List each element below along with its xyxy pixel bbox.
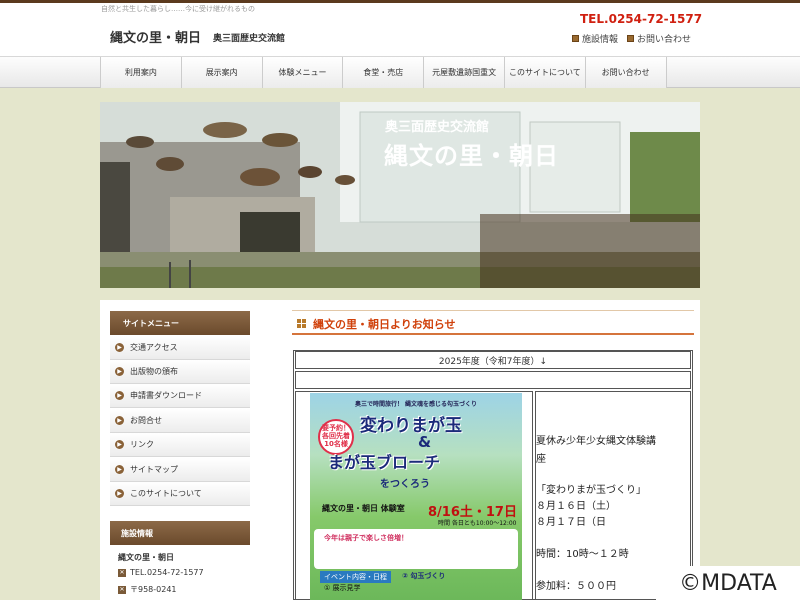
sidebar-item-label: このサイトについて: [130, 489, 202, 498]
copyright-watermark: ©MDATA: [656, 566, 800, 600]
sidebar-item-inquiry[interactable]: ▶ お問合せ: [110, 409, 250, 433]
empty-row: [295, 371, 691, 389]
square-bullet-icon: [627, 35, 634, 42]
contact-link[interactable]: お問い合わせ: [627, 32, 691, 45]
header-top-bar: [0, 0, 800, 3]
global-nav: 利用案内 展示案内 体験メニュー 食堂・売店 元屋敷遺跡国重文 このサイトについ…: [0, 56, 800, 88]
sidebar-item-label: 申請書ダウンロード: [130, 391, 202, 400]
year-row: 2025年度（令和7年度）↓: [295, 351, 691, 369]
event-info-line: 時間：10時～１２時: [536, 549, 629, 560]
flyer-headline-1: 変わりまが玉: [360, 416, 462, 436]
flyer-note-title: 今年は親子で楽しさ倍増！: [324, 534, 408, 542]
nav-item-exhibits[interactable]: 展示案内: [181, 57, 263, 88]
hero-subtitle: 奥三面歴史交流館: [385, 120, 490, 135]
header-phone: TEL.0254-72-1577: [580, 12, 703, 26]
flyer-time: 時間 各日とも10:00〜12:00: [438, 520, 517, 527]
flyer-top-text: 奥三で時間旅行！ 縄文魂を感じる勾玉づくり: [354, 401, 478, 408]
site-subtitle: 奥三面歴史交流館: [213, 34, 286, 44]
nav-item-motoyashiki-site[interactable]: 元屋敷遺跡国重文: [424, 57, 505, 88]
site-title[interactable]: 縄文の里・朝日: [110, 27, 201, 46]
arrow-right-icon: ▶: [115, 465, 124, 474]
facility-phone-text: TEL.0254-72-1577: [130, 568, 204, 577]
sidebar-item-label: 交通アクセス: [130, 343, 178, 352]
arrow-right-icon: ▶: [115, 489, 124, 498]
flyer-headline-2: まが玉ブローチ: [328, 453, 441, 472]
facility-phone: ✕ TEL.0254-72-1577: [118, 568, 204, 577]
arrow-right-icon: ▶: [115, 367, 124, 376]
flyer-venue: 縄文の里・朝日 体験室: [322, 504, 405, 513]
sidebar-item-label: サイトマップ: [130, 465, 178, 474]
facility-info-heading: 施設情報: [110, 521, 250, 545]
flyer-step-1: ① 展示見学: [324, 584, 361, 592]
event-flyer-image[interactable]: 奥三で時間旅行！ 縄文魂を感じる勾玉づくり 要予約！各回先着10名様 変わりまが…: [310, 393, 522, 600]
sidebar-item-label: リンク: [130, 440, 154, 449]
nav-item-about-site[interactable]: このサイトについて: [504, 57, 586, 88]
sidebar-item-forms-download[interactable]: ▶ 申請書ダウンロード: [110, 384, 250, 408]
event-info-line: 参加料：５００円: [536, 581, 616, 592]
nav-item-cafeteria-shop[interactable]: 食堂・売店: [343, 57, 425, 88]
arrow-right-icon: ▶: [115, 416, 124, 425]
site-header: 自然と共生した暮らし……今に受け継がれるもの 縄文の里・朝日 奥三面歴史交流館 …: [0, 0, 800, 56]
nav-bar: 利用案内 展示案内 体験メニュー 食堂・売店 元屋敷遺跡国重文 このサイトについ…: [100, 57, 682, 88]
news-heading: 縄文の里・朝日よりお知らせ: [292, 314, 694, 335]
sidebar-item-access[interactable]: ▶ 交通アクセス: [110, 336, 250, 360]
facility-info-label: 施設情報: [582, 35, 619, 45]
hero-caption-box: [480, 214, 700, 288]
sidebar-item-label: 出版物の頒布: [130, 367, 178, 376]
site-menu-heading: サイトメニュー: [110, 311, 250, 335]
nav-item-experience[interactable]: 体験メニュー: [262, 57, 344, 88]
nav-item-guide[interactable]: 利用案内: [101, 57, 182, 88]
event-info-line: 「変わりまが玉づくり」: [536, 485, 646, 496]
nav-item-contact[interactable]: お問い合わせ: [585, 57, 667, 88]
facility-name: 縄文の里・朝日: [118, 553, 174, 562]
contact-label: お問い合わせ: [637, 35, 692, 45]
hero-title: 縄文の里・朝日: [384, 142, 559, 170]
flyer-steps-label: イベント内容・日程: [320, 571, 391, 583]
sidebar-item-sitemap[interactable]: ▶ サイトマップ: [110, 458, 250, 482]
news-heading-rule: [292, 310, 694, 311]
square-bullet-icon: [572, 35, 579, 42]
address-bullet-icon: ✕: [118, 585, 126, 594]
grid-icon: [297, 319, 306, 328]
facility-zip-text: 〒958-0241: [130, 585, 177, 594]
news-title: 縄文の里・朝日よりお知らせ: [313, 317, 456, 331]
sidebar-item-label: お問合せ: [130, 416, 162, 425]
facility-info-link[interactable]: 施設情報: [572, 32, 618, 45]
arrow-right-icon: ▶: [115, 440, 124, 449]
arrow-right-icon: ▶: [115, 391, 124, 400]
sidebar-item-publications[interactable]: ▶ 出版物の頒布: [110, 360, 250, 384]
arrow-right-icon: ▶: [115, 343, 124, 352]
event-info-line: ８月１７日（日: [536, 517, 606, 528]
event-info-line: ８月１６日（土）: [536, 501, 616, 512]
flyer-headline-3: をつくろう: [380, 479, 430, 490]
sidebar-item-about-site[interactable]: ▶ このサイトについて: [110, 482, 250, 506]
event-info-line: 夏休み少年少女縄文体験講: [536, 436, 656, 447]
event-info-line: 座: [536, 454, 546, 465]
site-tagline: 自然と共生した暮らし……今に受け継がれるもの: [101, 5, 255, 13]
phone-bullet-icon: ✕: [118, 568, 126, 577]
facility-address: ✕ 〒958-0241: [118, 584, 177, 595]
sidebar-item-links[interactable]: ▶ リンク: [110, 433, 250, 457]
flyer-step-2: ② 勾玉づくり: [402, 572, 446, 580]
